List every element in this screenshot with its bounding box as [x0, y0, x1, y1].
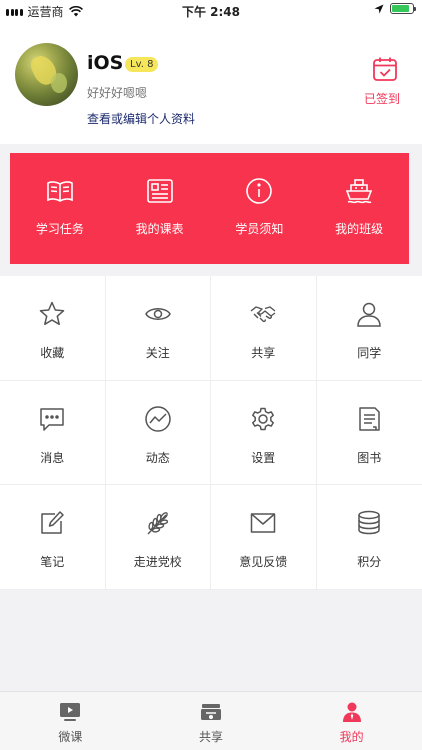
note-icon — [41, 511, 64, 535]
user-icon — [342, 702, 361, 722]
grid-item-label: 设置 — [251, 450, 276, 465]
grid-item-books[interactable]: 图书 — [316, 381, 422, 486]
checkin-label: 已签到 — [363, 92, 400, 106]
grid-item-label: 图书 — [357, 450, 382, 465]
tab-label: 微课 — [58, 730, 83, 744]
red-item-label: 学员须知 — [235, 222, 284, 236]
avatar[interactable] — [15, 43, 78, 106]
tab-label: 共享 — [199, 730, 224, 744]
ship-icon — [345, 179, 373, 204]
profile-header: iOS Lv. 8 好好好嗯嗯 查看或编辑个人资料 已签到 — [0, 22, 422, 144]
grid-item-label: 积分 — [357, 555, 382, 570]
grid-item-points[interactable]: 积分 — [316, 485, 422, 590]
red-item-label: 我的班级 — [335, 222, 384, 236]
chat-icon — [40, 407, 64, 431]
share-box-icon — [201, 704, 221, 720]
tab-share[interactable]: 共享 — [141, 692, 282, 750]
status-bar: 运营商 下午 2:48 — [0, 0, 422, 22]
grid-item-label: 意见反馈 — [239, 555, 288, 570]
handshake-icon — [250, 306, 276, 323]
grid-item-label: 动态 — [145, 450, 170, 465]
red-item-study-tasks[interactable]: 学习任务 — [10, 153, 110, 264]
grid-item-messages[interactable]: 消息 — [0, 380, 106, 486]
grid-item-label: 收藏 — [40, 346, 65, 360]
schedule-icon — [146, 179, 173, 203]
location-arrow-icon — [374, 4, 384, 13]
grid-item-party-school[interactable]: 走进党校 — [105, 485, 211, 590]
tab-bar: 微课 共享 我的 — [0, 691, 422, 750]
grid-item-classmates[interactable]: 同学 — [316, 276, 422, 381]
grid-item-notes[interactable]: 笔记 — [0, 485, 106, 590]
person-icon — [357, 302, 382, 327]
star-icon — [40, 301, 65, 326]
red-item-label: 我的课表 — [135, 222, 184, 236]
calendar-check-icon — [373, 57, 397, 81]
grid-item-label: 消息 — [40, 450, 65, 465]
grid-item-feedback[interactable]: 意见反馈 — [211, 485, 317, 590]
level-badge: Lv. 8 — [125, 57, 159, 72]
grid-item-label: 同学 — [357, 346, 382, 360]
eye-icon — [144, 308, 171, 320]
grid-item-label: 走进党校 — [133, 555, 182, 570]
info-icon — [246, 178, 273, 204]
red-item-my-schedule[interactable]: 我的课表 — [110, 153, 210, 264]
red-item-student-notice[interactable]: 学员须知 — [210, 153, 310, 264]
grid-item-activity[interactable]: 动态 — [105, 380, 211, 486]
document-icon — [359, 406, 380, 431]
grid-item-favorites[interactable]: 收藏 — [0, 276, 106, 381]
tab-micro-course[interactable]: 微课 — [0, 692, 141, 750]
red-item-label: 学习任务 — [35, 222, 84, 236]
edit-profile-link[interactable]: 查看或编辑个人资料 — [87, 110, 195, 127]
battery-icon — [390, 3, 416, 14]
checkin-button[interactable]: 已签到 — [364, 55, 405, 107]
book-icon — [47, 181, 73, 202]
coins-icon — [358, 511, 380, 535]
red-item-my-class[interactable]: 我的班级 — [309, 153, 409, 264]
username: iOS — [87, 52, 124, 74]
mail-icon — [251, 513, 276, 534]
trend-icon — [145, 405, 171, 432]
grid-item-settings[interactable]: 设置 — [211, 380, 317, 486]
tab-mine[interactable]: 我的 — [281, 692, 422, 750]
grid-item-label: 笔记 — [40, 555, 65, 570]
user-signature: 好好好嗯嗯 — [87, 86, 148, 100]
grid-item-follow[interactable]: 关注 — [105, 276, 211, 381]
gear-icon — [252, 407, 275, 430]
wheat-icon — [147, 512, 168, 535]
status-right — [374, 3, 416, 14]
tab-label: 我的 — [339, 730, 364, 744]
play-icon — [60, 703, 81, 721]
feature-grid: 收藏 关注 共享 同学 消息 动态 设置 图书 笔记 走进党校 意见反馈 积分 — [0, 276, 422, 590]
grid-item-label: 关注 — [145, 346, 170, 360]
quick-actions-card: 学习任务 我的课表 学员须知 我的班级 — [10, 153, 409, 264]
grid-item-share[interactable]: 共享 — [211, 276, 317, 381]
grid-item-label: 共享 — [251, 346, 276, 360]
status-time: 下午 2:48 — [181, 5, 241, 19]
